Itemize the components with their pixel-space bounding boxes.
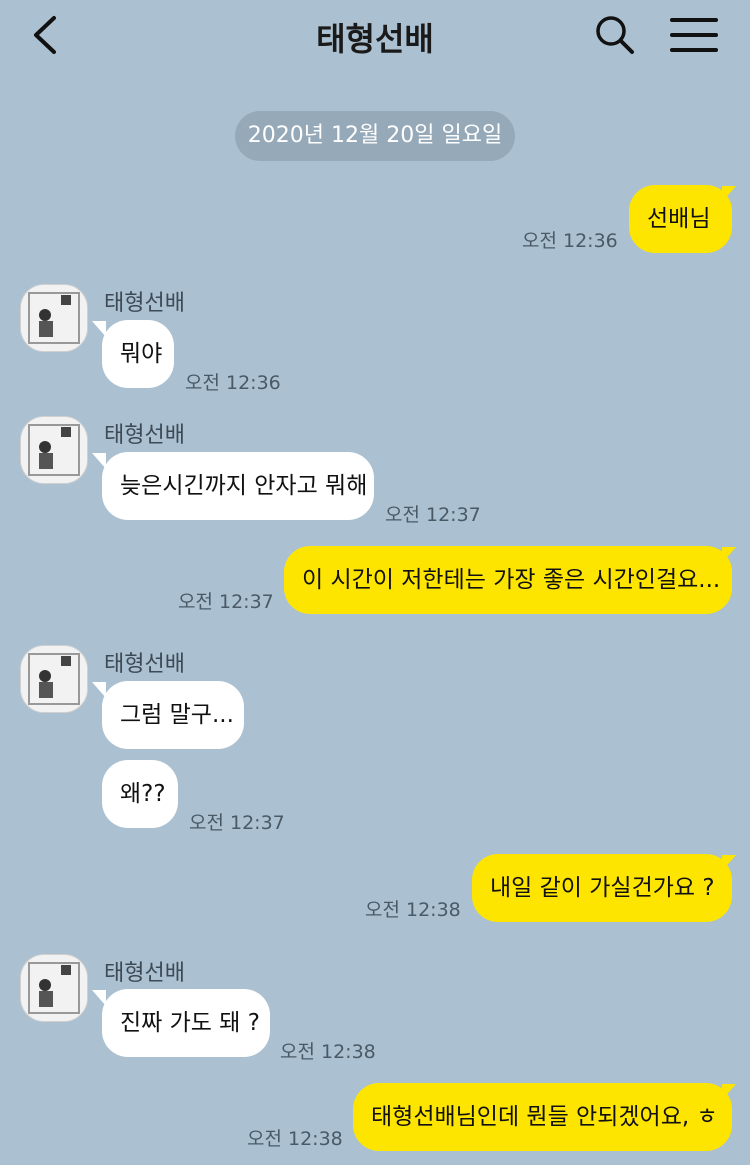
bubble-tail — [92, 990, 106, 1006]
bubble-tail — [722, 1084, 736, 1100]
bubble-tail — [92, 453, 106, 469]
message-time: 오전 12:36 — [185, 372, 281, 394]
message-time: 오전 12:36 — [522, 230, 618, 252]
avatar[interactable] — [20, 645, 88, 713]
avatar[interactable] — [20, 416, 88, 484]
their-message-bubble[interactable]: 진짜 가도 돼 ? — [102, 989, 270, 1057]
message-time: 오전 12:37 — [189, 812, 285, 834]
search-button[interactable] — [590, 10, 640, 60]
bubble-tail — [92, 682, 106, 698]
profile-photo-icon — [21, 646, 87, 712]
message-time: 오전 12:38 — [280, 1041, 376, 1063]
profile-photo-icon — [21, 417, 87, 483]
message-time: 오전 12:38 — [247, 1128, 343, 1150]
their-message-bubble[interactable]: 왜?? — [102, 760, 178, 828]
my-message-bubble[interactable]: 태형선배님인데 뭔들 안되겠어요, ㅎ — [353, 1083, 732, 1151]
my-message-bubble[interactable]: 선배님 — [629, 185, 732, 253]
message-time: 오전 12:38 — [365, 899, 461, 921]
my-message-bubble[interactable]: 이 시간이 저한테는 가장 좋은 시간인걸요... — [284, 546, 732, 614]
their-message-bubble[interactable]: 늦은시긴까지 안자고 뭐해 — [102, 452, 374, 520]
sender-name: 태형선배 — [104, 652, 185, 677]
chat-header: 태형선배 — [0, 0, 750, 72]
hamburger-menu-icon — [670, 18, 718, 52]
bubble-tail — [722, 547, 736, 563]
bubble-tail — [722, 186, 736, 202]
their-message-bubble[interactable]: 그럼 말구... — [102, 681, 244, 749]
message-time: 오전 12:37 — [178, 591, 274, 613]
profile-photo-icon — [21, 955, 87, 1021]
sender-name: 태형선배 — [104, 423, 185, 448]
sender-name: 태형선배 — [104, 291, 185, 316]
their-message-bubble[interactable]: 뭐야 — [102, 320, 174, 388]
bubble-tail — [92, 321, 106, 337]
profile-photo-icon — [21, 285, 87, 351]
menu-button[interactable] — [666, 12, 722, 58]
search-icon — [596, 16, 634, 54]
avatar[interactable] — [20, 284, 88, 352]
my-message-bubble[interactable]: 내일 같이 가실건가요 ? — [472, 854, 732, 922]
bubble-tail — [722, 855, 736, 871]
sender-name: 태형선배 — [104, 961, 185, 986]
date-divider: 2020년 12월 20일 일요일 — [235, 111, 515, 161]
message-time: 오전 12:37 — [385, 504, 481, 526]
avatar[interactable] — [20, 954, 88, 1022]
